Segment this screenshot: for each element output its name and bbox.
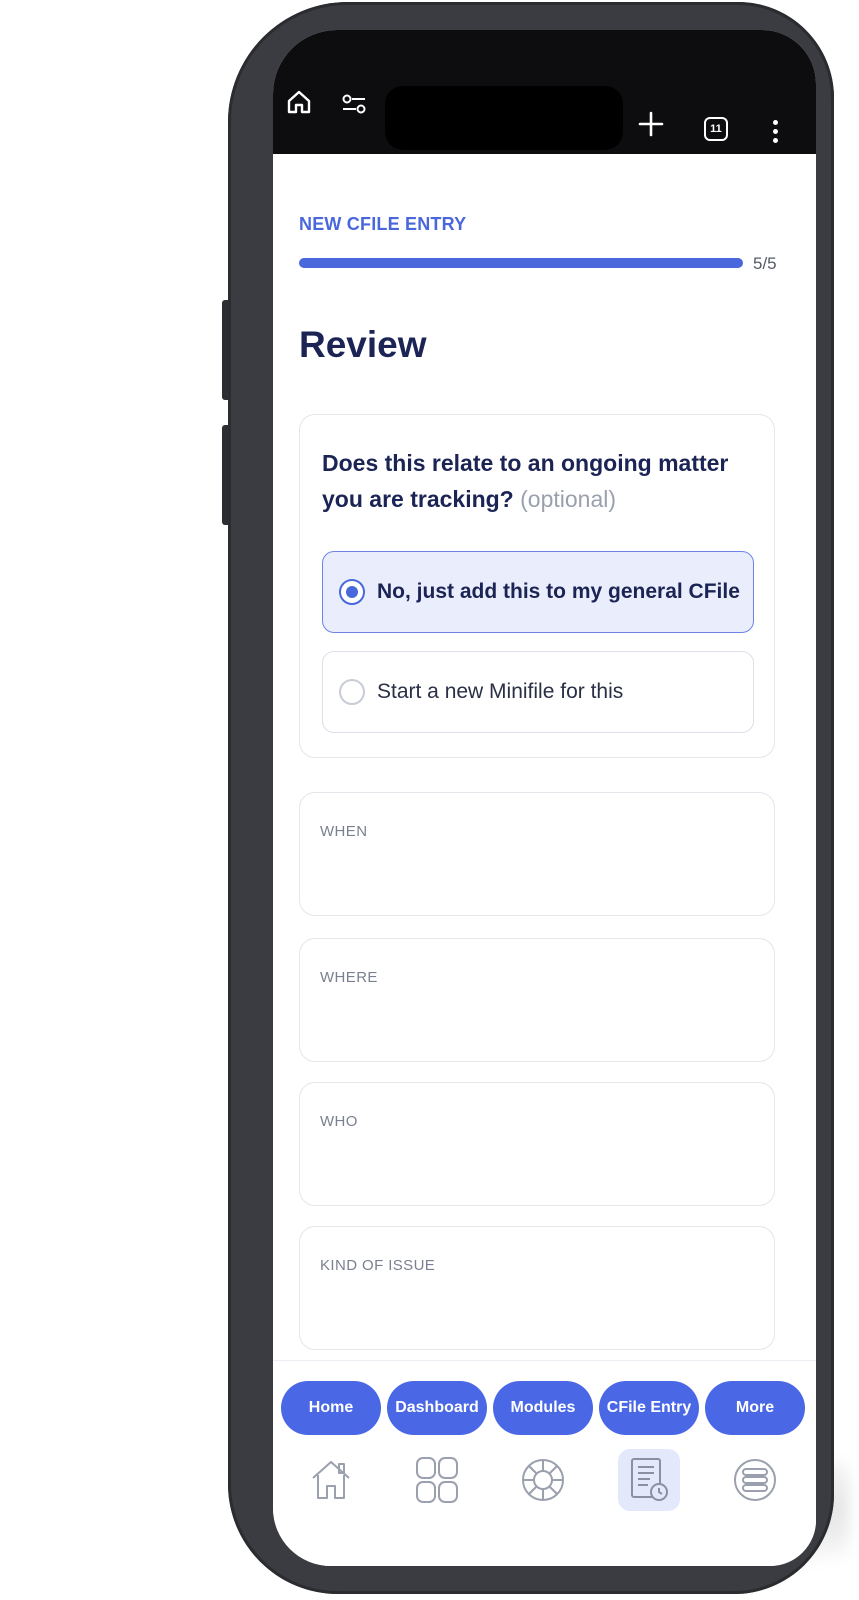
- when-field[interactable]: WHEN: [299, 792, 775, 916]
- question-text: Does this relate to an ongoing matter yo…: [322, 445, 762, 517]
- who-field[interactable]: WHO: [299, 1082, 775, 1206]
- option-new-minifile[interactable]: Start a new Minifile for this: [322, 651, 754, 733]
- nav-item-cfile-entry[interactable]: CFile Entry: [597, 1381, 701, 1511]
- step-counter: 5/5: [753, 254, 777, 273]
- field-label: WHEN: [320, 823, 368, 840]
- nav-item-home[interactable]: Home: [279, 1381, 383, 1511]
- kind-of-issue-field[interactable]: KIND OF ISSUE: [299, 1226, 775, 1350]
- option-general-cfile[interactable]: No, just add this to my general CFile: [322, 551, 754, 633]
- phone-screen: 11 NEW CFILE ENTRY 5/5 Review Does this …: [273, 30, 816, 1566]
- nav-cfile-entry-button[interactable]: CFile Entry: [599, 1381, 699, 1435]
- page-title: Review: [299, 324, 427, 365]
- field-label: WHO: [320, 1113, 358, 1130]
- nav-dashboard-button[interactable]: Dashboard: [387, 1381, 487, 1435]
- tab-switcher-icon[interactable]: 11: [704, 117, 728, 141]
- progress-fill: [299, 258, 743, 268]
- radio-selected-icon[interactable]: [339, 579, 365, 605]
- bottom-navigation: Home Dashboard Modules CFile Entry More: [273, 1360, 816, 1566]
- optional-hint: (optional): [520, 486, 617, 512]
- browser-toolbar: 11: [273, 30, 816, 154]
- progress-bar: [299, 258, 743, 268]
- nav-home-button[interactable]: Home: [281, 1381, 381, 1435]
- field-label: WHERE: [320, 969, 378, 986]
- where-field[interactable]: WHERE: [299, 938, 775, 1062]
- matter-question-card: Does this relate to an ongoing matter yo…: [299, 414, 775, 758]
- option-label: Start a new Minifile for this: [377, 680, 624, 703]
- form-eyebrow: NEW CFILE ENTRY: [299, 214, 467, 234]
- radio-empty-icon[interactable]: [339, 679, 365, 705]
- plus-icon[interactable]: [635, 108, 667, 140]
- kebab-menu-icon[interactable]: [769, 116, 781, 146]
- option-label: No, just add this to my general CFile: [377, 580, 740, 603]
- grid-icon[interactable]: [406, 1449, 468, 1511]
- nav-item-more[interactable]: More: [703, 1381, 807, 1511]
- camera-notch: [385, 86, 623, 150]
- nav-modules-button[interactable]: Modules: [493, 1381, 593, 1435]
- home-icon[interactable]: [285, 88, 313, 116]
- house-icon[interactable]: [300, 1449, 362, 1511]
- tune-icon[interactable]: [341, 92, 369, 116]
- wheel-icon[interactable]: [512, 1449, 574, 1511]
- nav-item-modules[interactable]: Modules: [491, 1381, 595, 1511]
- stack-icon[interactable]: [724, 1449, 786, 1511]
- document-clock-icon[interactable]: [618, 1449, 680, 1511]
- nav-more-button[interactable]: More: [705, 1381, 805, 1435]
- tab-count: 11: [710, 123, 722, 135]
- nav-item-dashboard[interactable]: Dashboard: [385, 1381, 489, 1511]
- field-label: KIND OF ISSUE: [320, 1257, 436, 1274]
